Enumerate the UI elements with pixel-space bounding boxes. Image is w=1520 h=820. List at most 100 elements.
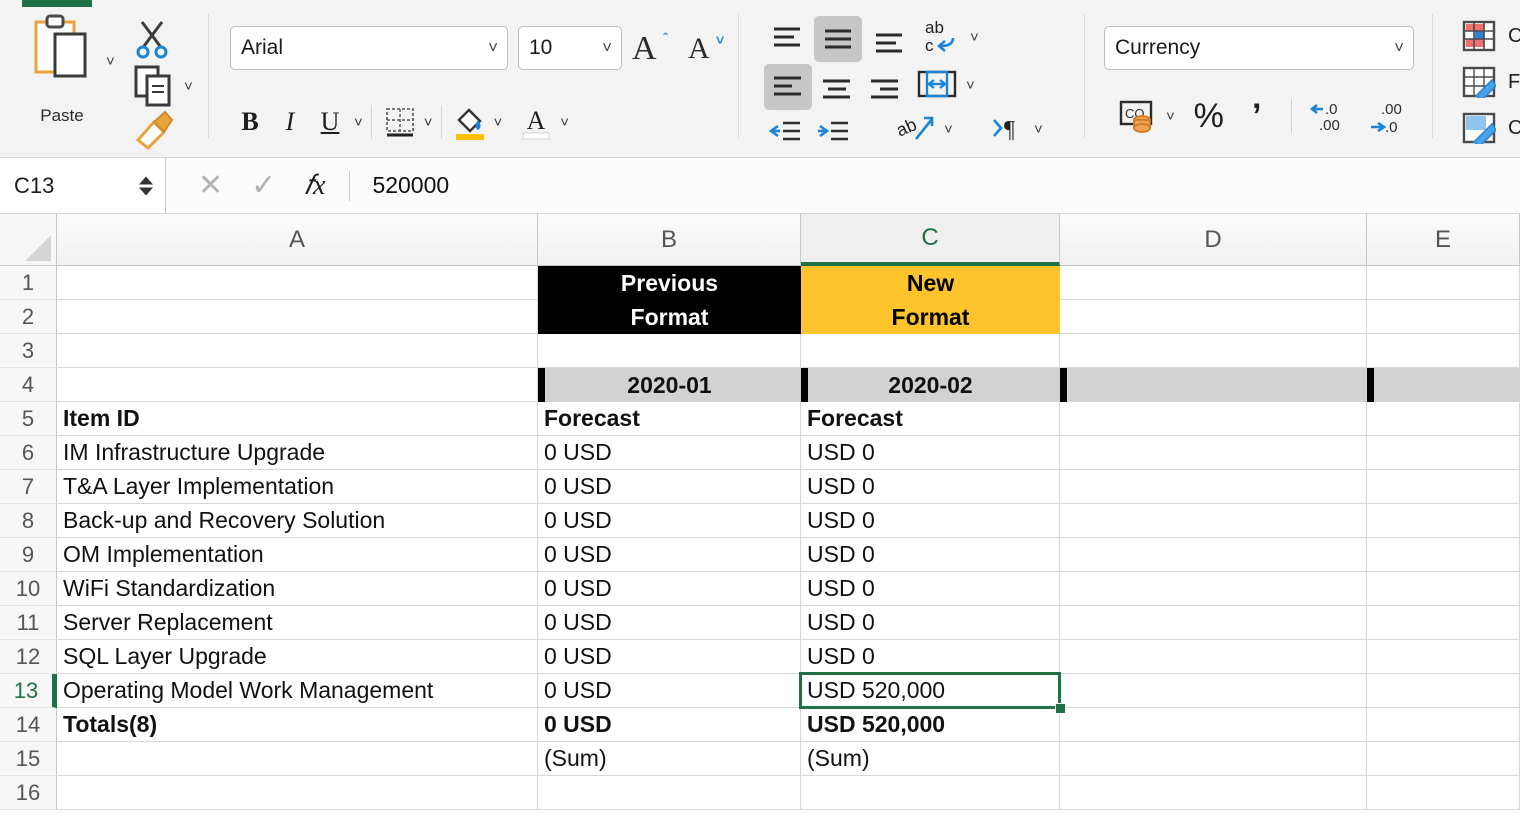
cell-a3[interactable] [57,334,538,368]
increase-decimal-button[interactable]: .00 .0 [1366,96,1420,136]
cell-d2[interactable] [1060,300,1367,334]
text-direction-dropdown-chevron-down-icon[interactable]: ˅ [1034,122,1043,137]
merge-dropdown-chevron-down-icon[interactable]: ˅ [966,78,975,93]
cell-c15-sum[interactable]: (Sum) [801,742,1060,776]
bold-button[interactable]: B [230,102,270,142]
increase-indent-button[interactable] [812,112,854,152]
column-header-e[interactable]: E [1367,214,1520,266]
cell-a1[interactable] [57,266,538,300]
cell-e4-period[interactable] [1367,368,1520,402]
cell-e16[interactable] [1367,776,1520,810]
cell-e8[interactable] [1367,504,1520,538]
row-header-3[interactable]: 3 [0,334,57,368]
row-header-10[interactable]: 10 [0,572,57,606]
cell-b7[interactable]: 0 USD [538,470,801,504]
wrap-text-dropdown-chevron-down-icon[interactable]: ˅ [970,30,979,45]
cell-e14[interactable] [1367,708,1520,742]
cell-d4-period[interactable] [1060,368,1367,402]
cell-a2[interactable] [57,300,538,334]
cell-c10[interactable]: USD 0 [801,572,1060,606]
cell-c3[interactable] [801,334,1060,368]
grow-font-button[interactable]: A [632,30,657,68]
cell-b2-banner-previous-format-line2[interactable]: Format [538,300,801,334]
cell-a14-totals[interactable]: Totals(8) [57,708,538,742]
row-header-2[interactable]: 2 [0,300,57,334]
cell-e6[interactable] [1367,436,1520,470]
cell-e1[interactable] [1367,266,1520,300]
borders-button[interactable] [380,102,420,142]
select-all-corner[interactable] [0,214,57,266]
cell-c2-banner-new-format-line2[interactable]: Format [801,300,1060,334]
cell-b3[interactable] [538,334,801,368]
cell-c5-header[interactable]: Forecast [801,402,1060,436]
cell-d11[interactable] [1060,606,1367,640]
row-header-9[interactable]: 9 [0,538,57,572]
cell-d10[interactable] [1060,572,1367,606]
accounting-format-button[interactable]: CO [1116,96,1160,136]
column-header-b[interactable]: B [538,214,801,266]
cell-d3[interactable] [1060,334,1367,368]
cell-c14-totals[interactable]: USD 520,000 [801,708,1060,742]
text-direction-button[interactable]: ¶ [986,108,1030,148]
cell-e12[interactable] [1367,640,1520,674]
cell-c13-selected[interactable]: USD 520,000 [801,674,1060,708]
cell-a10[interactable]: WiFi Standardization [57,572,538,606]
cell-a7[interactable]: T&A Layer Implementation [57,470,538,504]
column-header-c[interactable]: C [801,214,1060,266]
row-header-14[interactable]: 14 [0,708,57,742]
cell-a6[interactable]: IM Infrastructure Upgrade [57,436,538,470]
cell-e5[interactable] [1367,402,1520,436]
number-format-select[interactable]: Currency ˅ [1104,26,1414,70]
row-header-7[interactable]: 7 [0,470,57,504]
paste-dropdown-chevron-down-icon[interactable]: ˅ [106,54,115,69]
cell-c7[interactable]: USD 0 [801,470,1060,504]
underline-dropdown-chevron-down-icon[interactable]: ˅ [354,115,363,130]
orientation-button[interactable]: ab [892,108,940,148]
cell-b11[interactable]: 0 USD [538,606,801,640]
cell-b10[interactable]: 0 USD [538,572,801,606]
cell-a15[interactable] [57,742,538,776]
comma-style-button[interactable]: ’ [1237,96,1277,136]
row-header-15[interactable]: 15 [0,742,57,776]
cell-e13[interactable] [1367,674,1520,708]
cell-b16[interactable] [538,776,801,810]
font-color-dropdown-chevron-down-icon[interactable]: ˅ [560,115,569,130]
cell-a9[interactable]: OM Implementation [57,538,538,572]
cell-e15[interactable] [1367,742,1520,776]
name-box[interactable]: C13 [0,158,166,213]
cell-c8[interactable]: USD 0 [801,504,1060,538]
cell-d6[interactable] [1060,436,1367,470]
cell-b13[interactable]: 0 USD [538,674,801,708]
cell-e7[interactable] [1367,470,1520,504]
cell-d8[interactable] [1060,504,1367,538]
cell-b15-sum[interactable]: (Sum) [538,742,801,776]
paste-button[interactable]: Paste [24,12,100,130]
font-size-select[interactable]: 10 ˅ [518,26,622,70]
cell-a5-header[interactable]: Item ID [57,402,538,436]
cell-a11[interactable]: Server Replacement [57,606,538,640]
borders-dropdown-chevron-down-icon[interactable]: ˅ [424,115,433,130]
copy-button[interactable]: ˅ [132,64,193,108]
format-painter-button[interactable] [132,110,174,150]
cell-c1-banner-new-format-line1[interactable]: New [801,266,1060,300]
format-as-table-button[interactable]: F [1462,66,1520,98]
row-header-8[interactable]: 8 [0,504,57,538]
row-header-5[interactable]: 5 [0,402,57,436]
cell-c4-period[interactable]: 2020-02 [801,368,1060,402]
shrink-font-button[interactable]: A [688,32,710,66]
cut-button[interactable] [132,18,172,60]
cell-b4-period[interactable]: 2020-01 [538,368,801,402]
cell-e11[interactable] [1367,606,1520,640]
align-center-button[interactable] [816,70,858,110]
cell-d5[interactable] [1060,402,1367,436]
row-header-1[interactable]: 1 [0,266,57,300]
cell-a4[interactable] [57,368,538,402]
name-box-spinner[interactable] [139,176,153,195]
cell-e2[interactable] [1367,300,1520,334]
cell-d12[interactable] [1060,640,1367,674]
cell-a8[interactable]: Back-up and Recovery Solution [57,504,538,538]
cell-c9[interactable]: USD 0 [801,538,1060,572]
underline-button[interactable]: U [310,102,350,142]
cell-a12[interactable]: SQL Layer Upgrade [57,640,538,674]
decrease-decimal-button[interactable]: .0 .00 [1306,96,1360,136]
